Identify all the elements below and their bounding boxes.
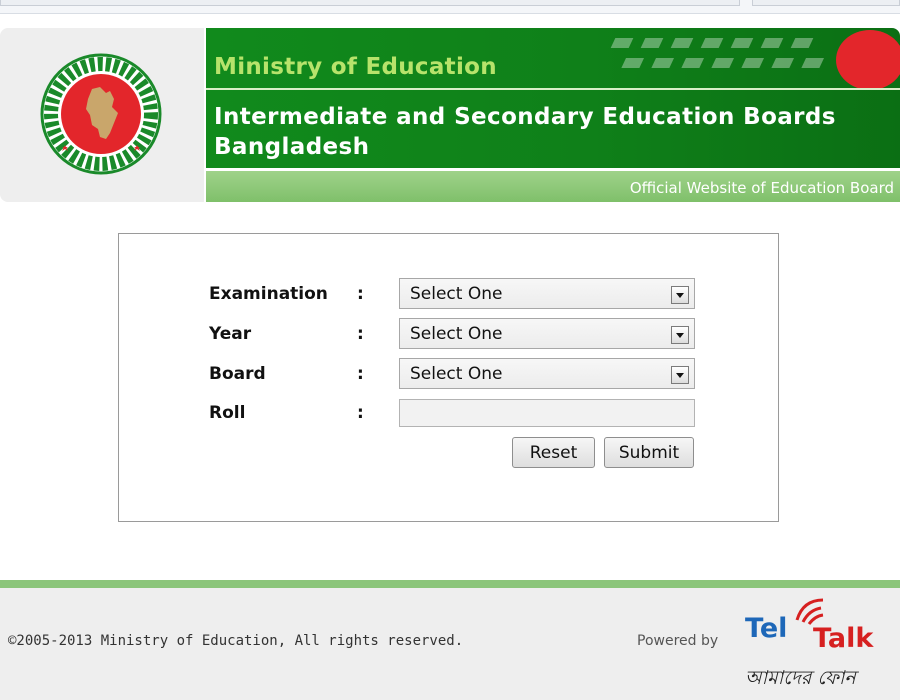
copyright-text: ©2005-2013 Ministry of Education, All ri…	[8, 633, 464, 649]
year-colon: :	[357, 324, 364, 344]
year-select[interactable]: Select One	[399, 318, 695, 349]
board-title-line2: Bangladesh	[214, 134, 370, 160]
submit-button[interactable]: Submit	[604, 437, 694, 468]
site-footer: ©2005-2013 Ministry of Education, All ri…	[0, 588, 900, 700]
result-form-panel: Examination : Select One Year : Select O…	[118, 233, 779, 522]
year-selected-value: Select One	[410, 324, 503, 344]
examination-row: Examination : Select One	[119, 278, 780, 310]
roll-input[interactable]	[399, 399, 695, 427]
year-label: Year	[209, 324, 252, 344]
header-banner: Ministry of Education Intermediate and S…	[206, 28, 900, 168]
board-select[interactable]: Select One	[399, 358, 695, 389]
board-title: Intermediate and Secondary Education Boa…	[214, 102, 836, 162]
chevron-down-icon[interactable]	[671, 286, 689, 304]
roll-colon: :	[357, 403, 364, 423]
footer-divider	[0, 580, 900, 588]
chevron-down-icon[interactable]	[671, 326, 689, 344]
browser-tab-fragment	[0, 0, 740, 6]
banner-decoration	[610, 30, 900, 88]
browser-top-strip	[0, 0, 900, 14]
board-title-line1: Intermediate and Secondary Education Boa…	[214, 104, 836, 130]
board-label: Board	[209, 364, 266, 384]
banner-divider	[206, 88, 900, 90]
site-header: Ministry of Education Intermediate and S…	[0, 28, 900, 204]
teletalk-logo[interactable]: Tel Talk আমাদের ফোন	[745, 596, 895, 696]
examination-selected-value: Select One	[410, 284, 503, 304]
roll-label: Roll	[209, 403, 246, 423]
examination-select[interactable]: Select One	[399, 278, 695, 309]
teletalk-talk-text: Talk	[813, 623, 874, 654]
powered-by-text: Powered by	[637, 633, 719, 649]
ministry-title: Ministry of Education	[214, 54, 497, 80]
reset-button[interactable]: Reset	[512, 437, 595, 468]
government-seal-icon	[40, 53, 162, 175]
year-row: Year : Select One	[119, 318, 780, 350]
board-row: Board : Select One	[119, 358, 780, 390]
board-selected-value: Select One	[410, 364, 503, 384]
roll-row: Roll :	[119, 399, 780, 431]
signal-waves-icon	[795, 598, 824, 625]
sub-banner: Official Website of Education Board	[206, 168, 900, 202]
logo-panel	[0, 28, 204, 202]
browser-tab-fragment	[752, 0, 900, 6]
teletalk-tagline: আমাদের ফোন	[745, 667, 856, 689]
examination-colon: :	[357, 284, 364, 304]
examination-label: Examination	[209, 284, 328, 304]
chevron-down-icon[interactable]	[671, 366, 689, 384]
board-colon: :	[357, 364, 364, 384]
official-website-text: Official Website of Education Board	[629, 179, 894, 197]
teletalk-tel-text: Tel	[745, 613, 788, 644]
